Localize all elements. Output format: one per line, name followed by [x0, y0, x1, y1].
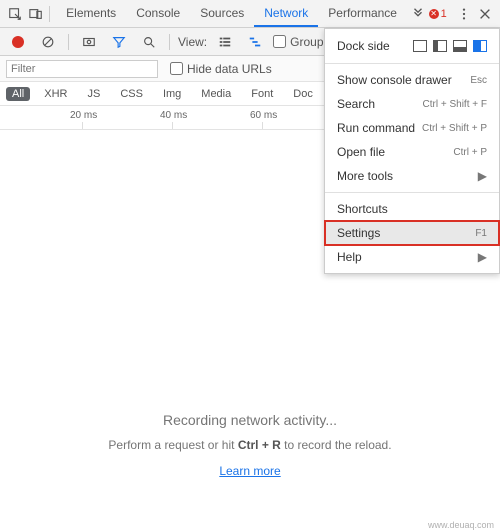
menu-run-command[interactable]: Run commandCtrl + Shift + P: [325, 116, 499, 140]
chip-doc[interactable]: Doc: [287, 87, 319, 101]
menu-shortcuts[interactable]: Shortcuts: [325, 197, 499, 221]
dock-bottom-icon[interactable]: [453, 40, 467, 52]
group-by-frame-input[interactable]: [273, 35, 286, 48]
dock-right-icon[interactable]: [473, 40, 487, 52]
recording-subtitle: Perform a request or hit Ctrl + R to rec…: [108, 438, 391, 452]
toolbar-divider: [49, 6, 50, 22]
devtools-main-menu: Dock side Show console drawerEsc SearchC…: [324, 28, 500, 274]
record-button[interactable]: [6, 30, 30, 54]
menu-show-console[interactable]: Show console drawerEsc: [325, 68, 499, 92]
filter-funnel-icon[interactable]: [107, 30, 131, 54]
waterfall-icon[interactable]: [243, 30, 267, 54]
submenu-arrow-icon: ▶: [478, 250, 487, 264]
error-counter[interactable]: ✕ 1: [429, 8, 447, 20]
clear-icon[interactable]: [36, 30, 60, 54]
error-icon: ✕: [429, 9, 439, 19]
watermark: www.deuaq.com: [428, 520, 494, 530]
view-label: View:: [178, 35, 207, 49]
chip-css[interactable]: CSS: [114, 87, 149, 101]
panel-tabs: Elements Console Sources Network Perform…: [56, 0, 407, 27]
chip-xhr[interactable]: XHR: [38, 87, 73, 101]
timeline-tick: 20 ms: [70, 110, 97, 121]
hide-data-urls-label: Hide data URLs: [187, 62, 272, 76]
timeline-gridline: [262, 122, 263, 129]
menu-more-tools[interactable]: More tools▶: [325, 164, 499, 188]
hide-data-urls-checkbox[interactable]: Hide data URLs: [170, 62, 272, 76]
chip-media[interactable]: Media: [195, 87, 237, 101]
dock-undock-icon[interactable]: [413, 40, 427, 52]
timeline-tick: 60 ms: [250, 110, 277, 121]
tab-network[interactable]: Network: [254, 0, 318, 27]
tab-elements[interactable]: Elements: [56, 0, 126, 27]
menu-settings[interactable]: SettingsF1: [325, 221, 499, 245]
dock-left-icon[interactable]: [433, 40, 447, 52]
error-count: 1: [441, 8, 447, 20]
hide-data-urls-input[interactable]: [170, 62, 183, 75]
timeline-gridline: [82, 122, 83, 129]
more-tabs-chevron-icon[interactable]: [407, 2, 429, 26]
dock-side-label: Dock side: [337, 39, 390, 53]
chip-img[interactable]: Img: [157, 87, 187, 101]
inspect-element-icon[interactable]: [4, 2, 26, 26]
chip-all[interactable]: All: [6, 87, 30, 101]
learn-more-link[interactable]: Learn more: [219, 464, 280, 478]
filter-input[interactable]: [6, 60, 158, 78]
screenshot-icon[interactable]: [77, 30, 101, 54]
menu-search[interactable]: SearchCtrl + Shift + F: [325, 92, 499, 116]
menu-separator: [325, 192, 499, 193]
menu-separator: [325, 63, 499, 64]
large-rows-icon[interactable]: [213, 30, 237, 54]
toolbar-divider: [169, 34, 170, 50]
tab-console[interactable]: Console: [126, 0, 190, 27]
devtools-main-toolbar: Elements Console Sources Network Perform…: [0, 0, 500, 28]
toolbar-divider: [68, 34, 69, 50]
close-devtools-icon[interactable]: [474, 2, 496, 26]
timeline-gridline: [172, 122, 173, 129]
tab-sources[interactable]: Sources: [190, 0, 254, 27]
device-toolbar-icon[interactable]: [26, 2, 48, 26]
dock-side-row: Dock side: [325, 33, 499, 59]
tab-performance[interactable]: Performance: [318, 0, 407, 27]
timeline-tick: 40 ms: [160, 110, 187, 121]
kebab-menu-icon[interactable]: [453, 2, 475, 26]
recording-title: Recording network activity...: [163, 412, 337, 428]
submenu-arrow-icon: ▶: [478, 169, 487, 183]
chip-js[interactable]: JS: [81, 87, 106, 101]
menu-open-file[interactable]: Open fileCtrl + P: [325, 140, 499, 164]
chip-font[interactable]: Font: [245, 87, 279, 101]
menu-help[interactable]: Help▶: [325, 245, 499, 269]
search-icon[interactable]: [137, 30, 161, 54]
